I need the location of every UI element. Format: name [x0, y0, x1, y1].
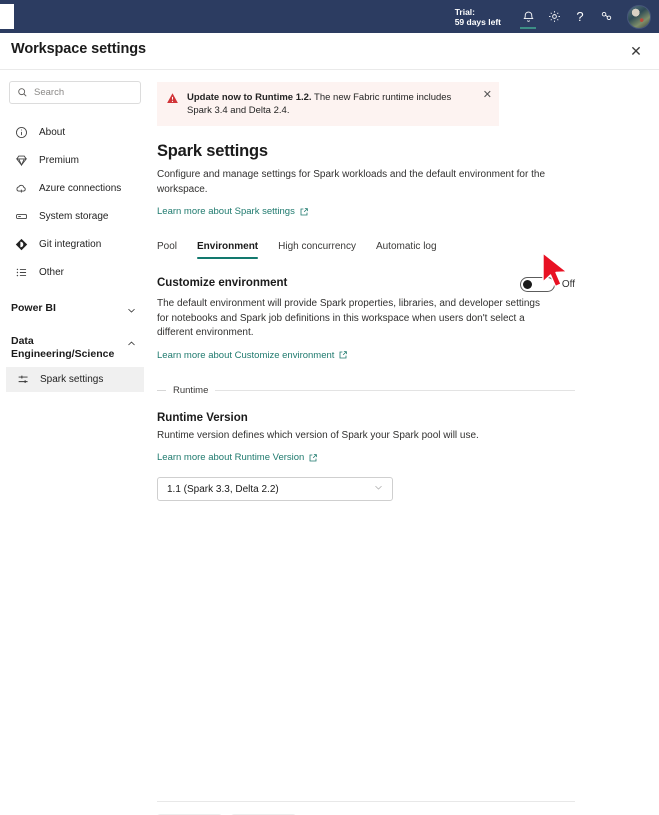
- feedback-button[interactable]: [593, 4, 619, 30]
- search-input[interactable]: [34, 87, 133, 98]
- tab-high-concurrency[interactable]: High concurrency: [278, 241, 356, 259]
- customize-environment-toggle-wrap: Off: [519, 277, 575, 292]
- trial-status: Trial: 59 days left: [455, 7, 501, 27]
- link-label: Learn more about Runtime Version: [157, 452, 305, 463]
- warning-triangle-icon: [166, 92, 179, 110]
- sidebar-item-label: Azure connections: [39, 182, 122, 194]
- runtime-divider-label: Runtime: [173, 384, 209, 396]
- sidebar-group-label: Power BI: [11, 302, 56, 314]
- help-button[interactable]: ?: [567, 4, 593, 30]
- main-content: Update now to Runtime 1.2. The new Fabri…: [150, 70, 659, 815]
- external-link-icon: [300, 207, 308, 215]
- list-icon: [14, 265, 28, 279]
- sidebar-item-label: Git integration: [39, 238, 102, 250]
- sidebar-item-label: Spark settings: [40, 374, 104, 385]
- sidebar-group-power-bi[interactable]: Power BI: [0, 292, 150, 325]
- link-label: Learn more about Customize environment: [157, 349, 335, 361]
- toggle-knob: [522, 280, 532, 289]
- top-app-bar: Trial: 59 days left ?: [0, 0, 659, 33]
- learn-more-spark-settings-link[interactable]: Learn more about Spark settings: [157, 206, 309, 217]
- chevron-down-icon: [126, 303, 137, 321]
- tab-pool[interactable]: Pool: [157, 241, 177, 259]
- sidebar-item-about[interactable]: About: [0, 118, 150, 146]
- diamond-icon: [14, 153, 28, 167]
- external-link-icon: [309, 453, 318, 461]
- storage-icon: [14, 209, 28, 223]
- sidebar-group-label: Data Engineering/Science: [11, 335, 115, 360]
- trial-days-left: 59 days left: [454, 16, 501, 27]
- sidebar: About Premium Azure connections: [0, 70, 150, 815]
- sliders-icon: [16, 373, 30, 387]
- toggle-state-label: Off: [561, 279, 575, 290]
- runtime-version-dropdown[interactable]: 1.1 (Spark 3.3, Delta 2.2): [157, 477, 393, 501]
- customize-environment-toggle[interactable]: [519, 277, 555, 292]
- cloud-icon: [14, 181, 28, 195]
- banner-close-icon[interactable]: ✕: [483, 90, 492, 101]
- section-heading: Spark settings: [157, 142, 268, 160]
- sidebar-item-label: Other: [39, 266, 65, 278]
- notification-indicator: [520, 26, 536, 29]
- avatar[interactable]: [627, 4, 651, 29]
- search-icon: [18, 88, 27, 97]
- section-description: Configure and manage settings for Spark …: [157, 169, 546, 195]
- notifications-button[interactable]: [515, 4, 541, 30]
- customize-environment-title: Customize environment: [157, 277, 288, 289]
- sidebar-item-premium[interactable]: Premium: [0, 146, 150, 174]
- runtime-update-banner: Update now to Runtime 1.2. The new Fabri…: [157, 82, 499, 126]
- runtime-divider: Runtime: [157, 385, 575, 396]
- runtime-version-title: Runtime Version: [157, 411, 248, 424]
- git-icon: [14, 237, 28, 251]
- footer-divider: [157, 801, 575, 802]
- link-label: Learn more about Spark settings: [157, 206, 295, 217]
- divider-dash: [157, 389, 166, 391]
- panel-body: About Premium Azure connections: [0, 70, 659, 815]
- customize-environment-row: Customize environment Off: [157, 277, 575, 292]
- app-logo[interactable]: [0, 4, 14, 29]
- sidebar-item-spark-settings[interactable]: Spark settings: [6, 367, 144, 392]
- sidebar-item-azure-connections[interactable]: Azure connections: [0, 174, 150, 202]
- sidebar-item-label: System storage: [39, 210, 109, 222]
- close-icon[interactable]: ✕: [625, 40, 647, 62]
- sidebar-item-other[interactable]: Other: [0, 258, 150, 286]
- sidebar-item-label: About: [39, 126, 66, 138]
- sidebar-item-label: Premium: [39, 154, 80, 166]
- tab-automatic-log[interactable]: Automatic log: [376, 241, 437, 259]
- banner-message: Update now to Runtime 1.2. The new Fabri…: [187, 91, 491, 117]
- chevron-up-icon: [126, 336, 137, 354]
- runtime-version-selected-value: 1.1 (Spark 3.3, Delta 2.2): [167, 483, 279, 495]
- learn-more-runtime-version-link[interactable]: Learn more about Runtime Version: [157, 452, 318, 463]
- runtime-version-description: Runtime version defines which version of…: [157, 429, 479, 441]
- settings-button[interactable]: [541, 4, 567, 30]
- tab-environment[interactable]: Environment: [197, 241, 259, 259]
- page-title: Workspace settings: [11, 41, 146, 57]
- sidebar-item-git-integration[interactable]: Git integration: [0, 230, 150, 258]
- panel-header: Workspace settings ✕: [0, 33, 659, 70]
- sidebar-item-system-storage[interactable]: System storage: [0, 202, 150, 230]
- help-icon: ?: [576, 9, 584, 24]
- divider-line: [215, 389, 575, 391]
- external-link-icon: [340, 351, 348, 359]
- banner-message-bold: Update now to Runtime 1.2.: [187, 92, 312, 103]
- customize-environment-description: The default environment will provide Spa…: [157, 298, 540, 338]
- learn-more-customize-environment-link[interactable]: Learn more about Customize environment: [157, 350, 348, 361]
- sidebar-group-data-engineering-science[interactable]: Data Engineering/Science: [0, 325, 150, 365]
- chevron-down-icon: [373, 482, 384, 496]
- settings-tabs: Pool Environment High concurrency Automa…: [157, 241, 579, 259]
- trial-label: Trial:: [454, 6, 475, 17]
- info-circle-icon: [14, 125, 28, 139]
- search-box[interactable]: [9, 81, 141, 104]
